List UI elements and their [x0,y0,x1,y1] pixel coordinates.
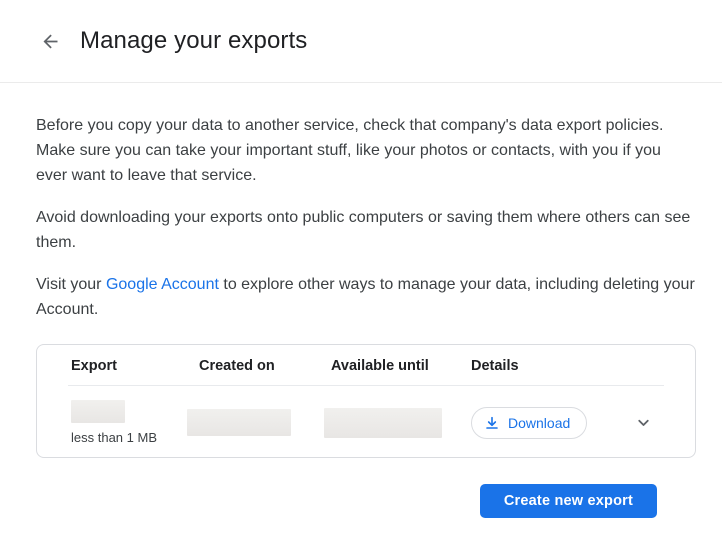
bottom-action-bar: Create new export [36,484,696,518]
column-header-created-on: Created on [199,358,331,374]
redacted-available-until [324,408,442,438]
intro-paragraph-3: Visit your Google Account to explore oth… [36,272,696,322]
download-icon [484,415,500,431]
export-size-label: less than 1 MB [71,430,199,445]
intro-paragraph-2: Avoid downloading your exports onto publ… [36,205,696,255]
expand-row-button[interactable] [633,413,653,433]
create-new-export-button[interactable]: Create new export [480,484,657,518]
main-content: Before you copy your data to another ser… [0,113,722,518]
download-button[interactable]: Download [471,407,587,439]
back-arrow-icon [40,31,61,52]
page-title: Manage your exports [80,27,307,55]
exports-table-header: Export Created on Available until Detail… [37,345,695,385]
download-button-label: Download [508,415,570,431]
back-button[interactable] [38,29,62,53]
redacted-export-name [71,400,125,423]
google-account-link[interactable]: Google Account [106,276,219,293]
column-header-details: Details [471,358,653,374]
column-header-export: Export [71,358,199,374]
export-name-cell: less than 1 MB [71,400,199,445]
chevron-down-icon [635,414,652,431]
available-until-cell [331,408,471,438]
redacted-created-on [187,409,291,436]
export-table-row: less than 1 MB Download [37,386,695,457]
intro-paragraph-1: Before you copy your data to another ser… [36,113,696,188]
details-cell: Download [471,407,653,439]
column-header-available-until: Available until [331,358,471,374]
page-header: Manage your exports [0,0,722,83]
paragraph-3-prefix: Visit your [36,276,106,293]
created-on-cell [199,409,331,436]
exports-card: Export Created on Available until Detail… [36,344,696,458]
